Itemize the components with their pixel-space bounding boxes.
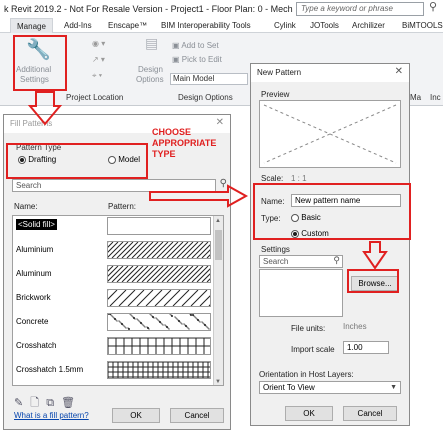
tab-jotools[interactable]: JOTools <box>304 18 345 33</box>
design-options-label-1[interactable]: Design <box>138 65 163 74</box>
group-project-location: Project Location <box>66 93 124 102</box>
pattern-swatch-icon <box>107 361 210 378</box>
tab-bim-interoperability[interactable]: BIM Interoperability Tools <box>155 18 257 33</box>
chevron-down-icon[interactable]: ▼ <box>390 382 397 393</box>
group-ma: Ma <box>410 93 422 102</box>
help-search-input[interactable]: Type a keyword or phrase ⚲ <box>296 1 437 16</box>
design-option-combo[interactable]: Main Model <box>170 73 248 85</box>
highlight-browse <box>347 269 399 293</box>
new-pattern-icon[interactable]: 🗋 <box>30 397 39 409</box>
list-scrollbar[interactable]: ▲ ▼ <box>213 216 223 385</box>
group-design-options: Design Options <box>178 93 233 102</box>
pattern-swatch-icon <box>91 241 223 259</box>
pattern-row[interactable]: Crosshatch 1.5mm <box>13 360 215 380</box>
delete-icon[interactable]: 🗑 <box>61 397 75 409</box>
settings-search-input[interactable]: Search ⚲ <box>259 255 343 268</box>
pattern-name: Aluminium <box>16 245 54 254</box>
pattern-row[interactable]: Aluminum <box>13 264 223 284</box>
design-options-icon: ▤ <box>145 35 159 51</box>
ok-button[interactable]: OK <box>285 406 333 421</box>
search-icon[interactable]: ⚲ <box>220 178 227 189</box>
new-pattern-dialog: New Pattern ✕ Preview Scale: 1 : 1 Name:… <box>250 63 410 426</box>
pattern-preview <box>259 100 401 168</box>
pattern-name: Brickwork <box>16 293 51 302</box>
design-options-label-2[interactable]: Options <box>136 75 164 84</box>
close-icon[interactable]: ✕ <box>216 117 224 128</box>
pattern-swatch <box>91 241 223 259</box>
settings-label: Settings <box>261 245 290 254</box>
pattern-swatch <box>91 289 223 307</box>
coordinates-icon: ↗ ▾ <box>92 55 105 64</box>
position-icon: ⌖ ▾ <box>92 71 103 80</box>
name-column-header: Name: <box>14 202 38 211</box>
highlight-name-type <box>253 183 411 240</box>
location-icon: ◉ ▾ <box>92 39 106 48</box>
pattern-name: Crosshatch 1.5mm <box>16 365 84 374</box>
pattern-row[interactable]: Concrete <box>13 312 215 332</box>
pattern-search-input[interactable]: Search ⚲ <box>12 178 227 192</box>
binoculars-icon[interactable]: ⚲ <box>429 1 437 13</box>
pattern-name: Crosshatch <box>16 341 57 350</box>
scale-label: Scale: <box>261 174 284 183</box>
pattern-row[interactable]: Crosshatch <box>13 336 215 356</box>
pattern-row[interactable]: <Solid fill> <box>13 216 215 236</box>
search-icon[interactable]: ⚲ <box>333 255 340 266</box>
pattern-swatch-icon <box>107 337 210 354</box>
file-units-label: File units: <box>291 324 326 333</box>
pattern-swatch <box>107 217 211 235</box>
pattern-column-header: Pattern: <box>108 202 137 211</box>
cancel-button[interactable]: Cancel <box>170 408 224 423</box>
app-title: k Revit 2019.2 - Not For Resale Version … <box>4 4 293 14</box>
import-scale-field[interactable]: 1.00 <box>343 341 389 354</box>
pattern-swatch-icon <box>107 313 210 330</box>
pattern-name: <Solid fill> <box>16 219 57 230</box>
add-to-set-button[interactable]: ▣ Add to Set <box>172 41 219 50</box>
ok-button[interactable]: OK <box>112 408 160 423</box>
preview-label: Preview <box>261 90 290 99</box>
scale-value: 1 : 1 <box>291 174 307 183</box>
pattern-name: Aluminum <box>16 269 52 278</box>
orientation-label: Orientation in Host Layers: <box>259 370 354 379</box>
file-units-value: Inches <box>343 322 367 331</box>
orientation-select[interactable]: Orient To View ▼ <box>259 381 401 394</box>
tab-add-ins[interactable]: Add-Ins <box>58 18 98 33</box>
new-pattern-title: New Pattern <box>251 64 409 82</box>
pattern-name: Concrete <box>16 317 49 326</box>
close-icon[interactable]: ✕ <box>395 66 403 77</box>
tab-bimtools[interactable]: BiMTOOLS <box>396 18 443 33</box>
fill-pattern-help-link[interactable]: What is a fill pattern? <box>14 411 89 420</box>
tab-cylink[interactable]: Cylink <box>268 18 302 33</box>
pattern-swatch <box>107 313 211 331</box>
pattern-row[interactable]: Brickwork <box>13 288 223 308</box>
tab-manage[interactable]: Manage <box>10 18 53 33</box>
pattern-swatch <box>91 265 223 283</box>
scroll-up-icon[interactable]: ▲ <box>215 218 221 224</box>
duplicate-icon[interactable]: ⧉ <box>46 397 54 409</box>
ribbon-tabs: Manage Add-Ins Enscape™ BIM Interoperabi… <box>0 18 443 33</box>
import-scale-label: Import scale <box>291 345 335 354</box>
pattern-swatch-icon <box>91 265 223 283</box>
tab-enscape[interactable]: Enscape™ <box>102 18 153 33</box>
pattern-swatch-icon <box>91 289 223 307</box>
edit-pencil-icon[interactable]: ✎ <box>14 397 23 409</box>
pattern-swatch <box>107 337 211 355</box>
pattern-swatch-icon <box>108 218 210 234</box>
empty-preview-icon <box>263 104 397 164</box>
scroll-down-icon[interactable]: ▼ <box>215 379 221 385</box>
cancel-button[interactable]: Cancel <box>343 406 397 421</box>
pattern-list[interactable]: <Solid fill> Aluminium Aluminum Brickwork Co… <box>12 215 224 386</box>
settings-list[interactable] <box>259 269 343 317</box>
scrollbar-thumb[interactable] <box>215 230 222 260</box>
highlight-pattern-type <box>6 143 148 179</box>
annotation-choose-type: CHOOSE APPROPRIATE TYPE <box>152 127 217 159</box>
group-inc: Inc <box>430 93 441 102</box>
highlight-additional-settings <box>13 35 67 91</box>
pattern-swatch <box>107 361 211 379</box>
pick-to-edit-button[interactable]: ▣ Pick to Edit <box>172 55 222 64</box>
tab-archilizer[interactable]: Archilizer <box>346 18 391 33</box>
pattern-row[interactable]: Aluminium <box>13 240 223 260</box>
